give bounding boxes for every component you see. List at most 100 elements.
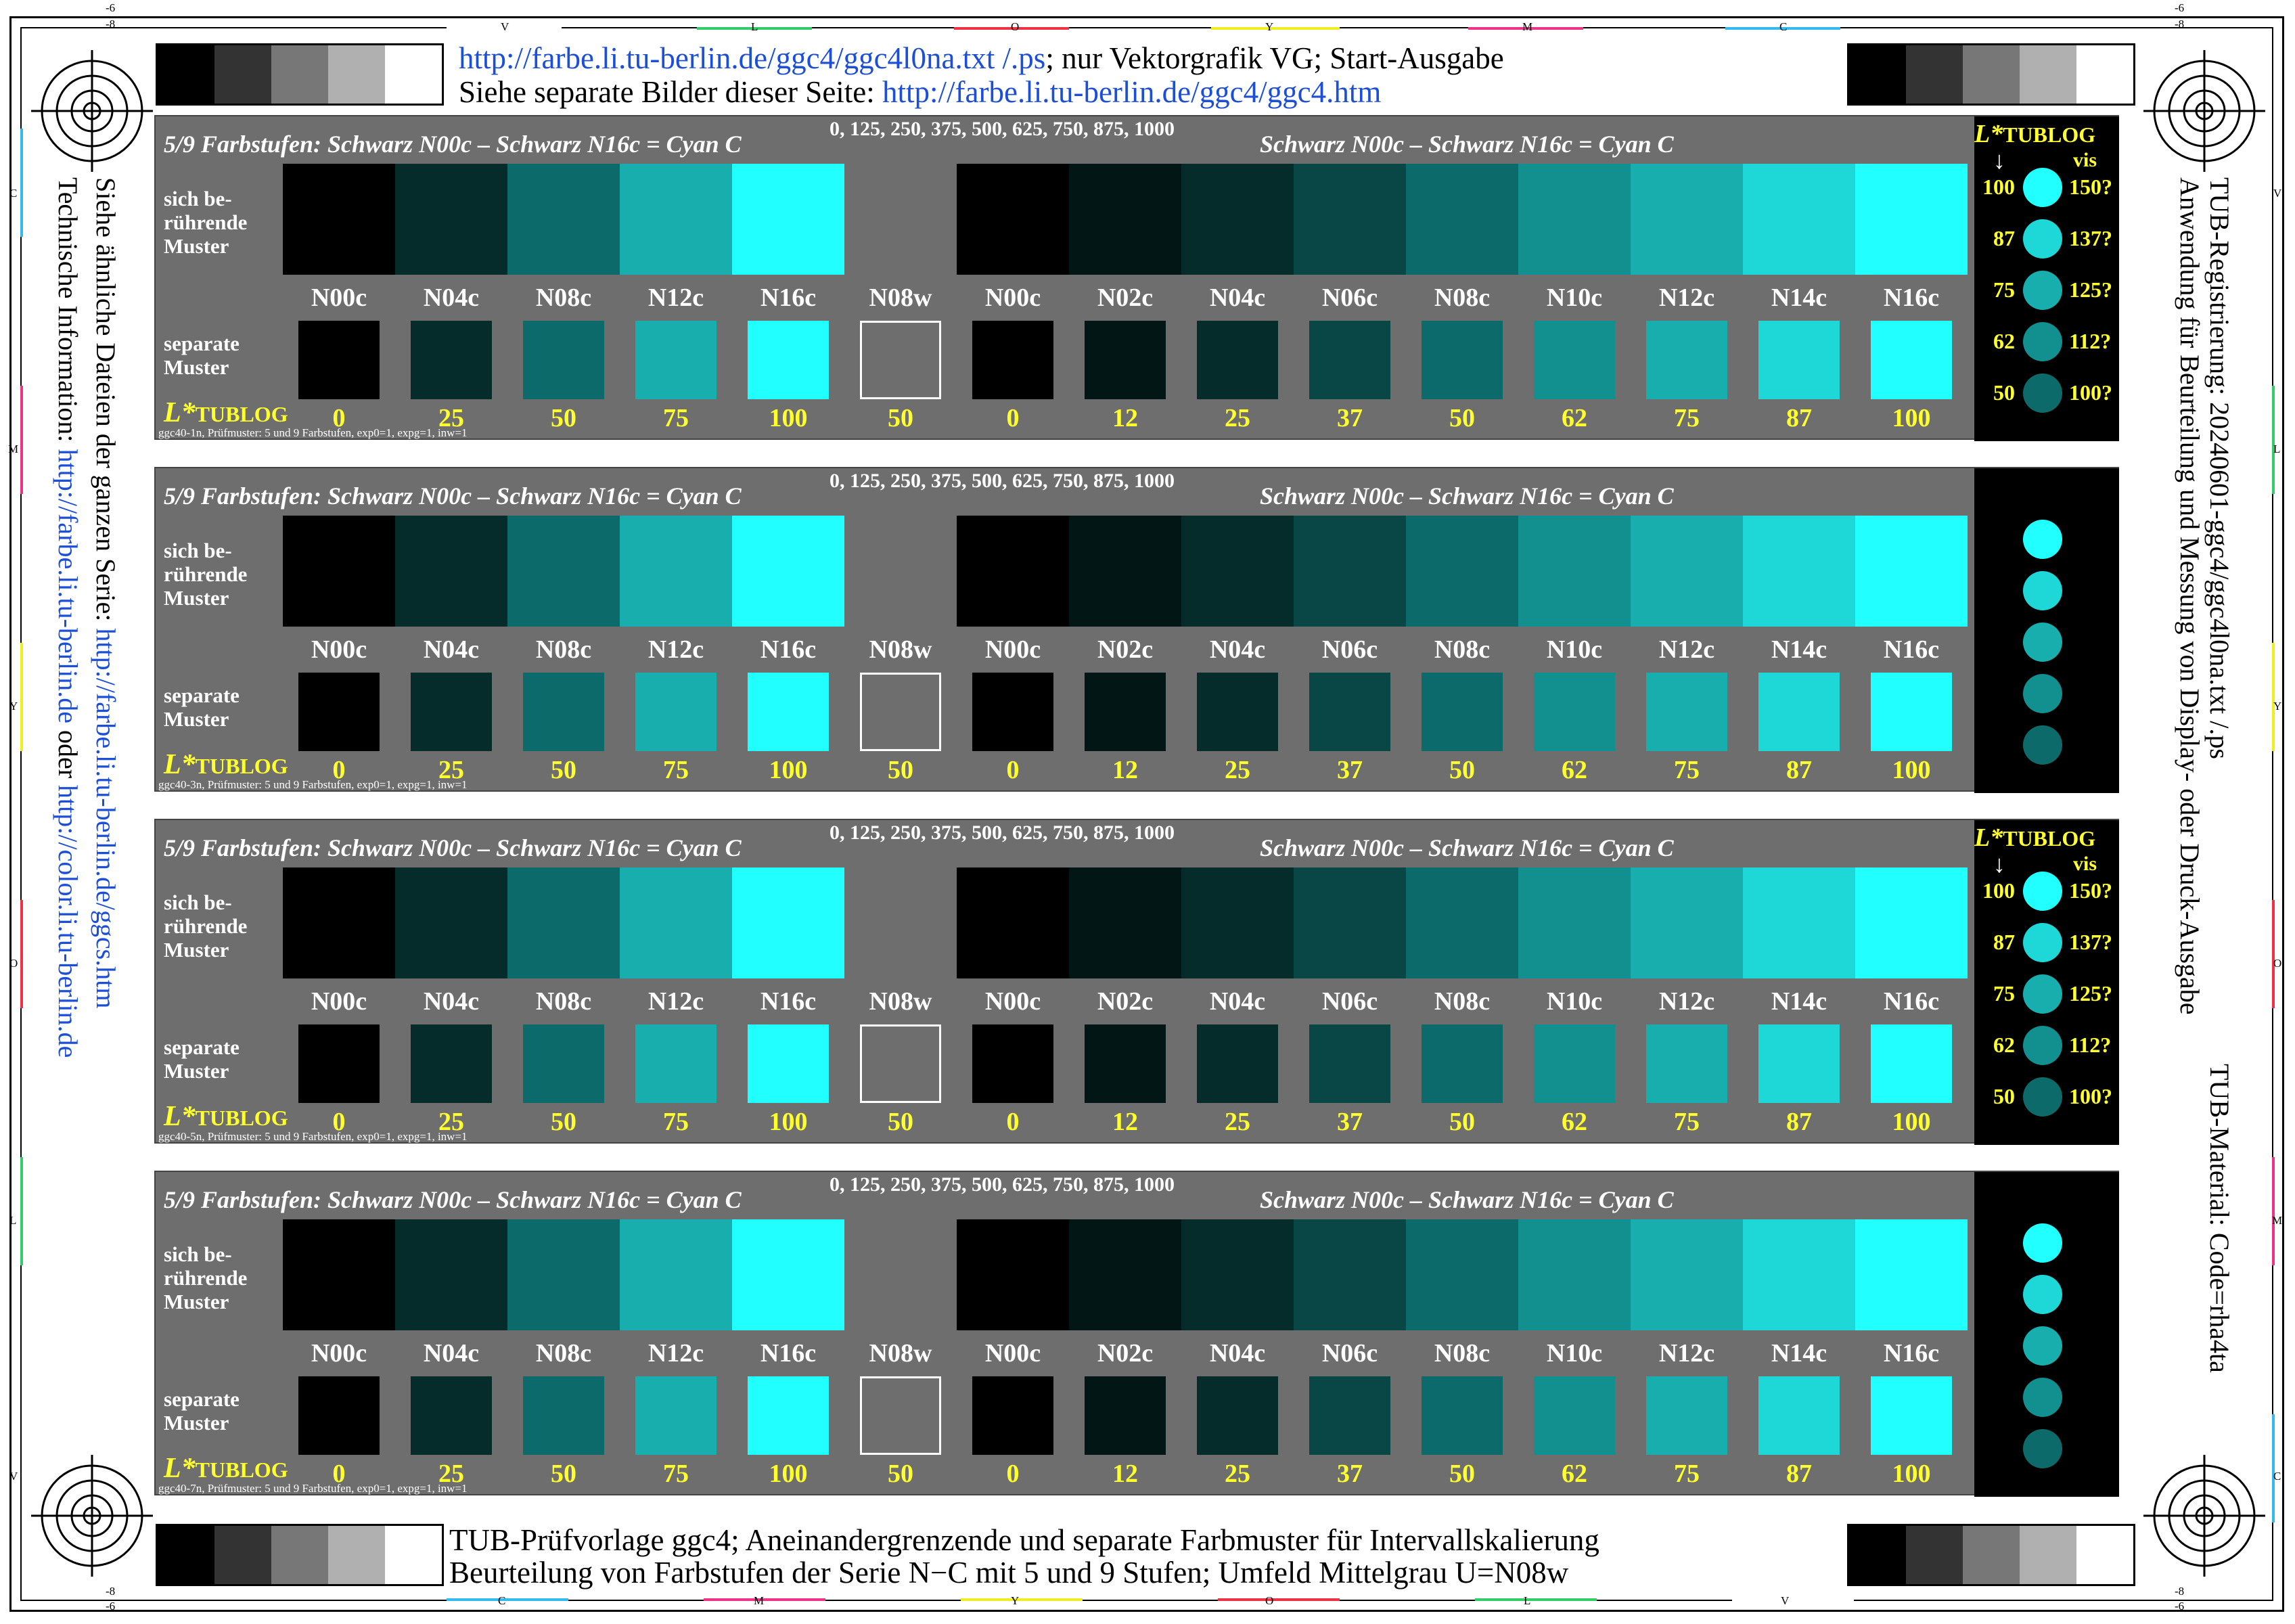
swatch-code: N04c xyxy=(423,635,480,664)
separate-swatch xyxy=(1646,673,1727,751)
row-label-adjacent: sich be-rührende Muster xyxy=(164,539,247,610)
legend-head: L*TUBLOG xyxy=(1974,119,2095,149)
edge-color-bar xyxy=(2272,386,2275,494)
adjacent-swatch xyxy=(1294,516,1406,627)
separate-swatch xyxy=(860,673,941,751)
side-text: Technische Information: xyxy=(53,177,83,449)
adjacent-swatch xyxy=(1631,516,1743,627)
grey-step xyxy=(2076,1526,2133,1584)
adjacent-swatch xyxy=(1181,516,1294,627)
swatch-lvalue: 100 xyxy=(1892,756,1931,784)
adjacent-swatch xyxy=(732,867,844,978)
adjacent-swatch xyxy=(1181,1219,1294,1330)
legend-visvalue: 150? xyxy=(2069,878,2112,903)
header-text: ; nur Vektorgrafik VG; Start-Ausgabe xyxy=(1045,41,1504,75)
edge-mark-right: V xyxy=(2273,187,2282,200)
swatch-code: N08c xyxy=(535,987,592,1016)
legend-vis-label: vis xyxy=(2073,853,2097,875)
adjacent-swatch xyxy=(620,516,732,627)
row-label-line: separate xyxy=(164,332,240,355)
row-label-line: sich be- xyxy=(164,890,232,914)
ltublog-label: L*TUBLOG xyxy=(164,1452,288,1485)
edge-color-bar xyxy=(1211,27,1340,30)
separate-swatch xyxy=(411,673,492,751)
adjacent-swatch xyxy=(732,516,844,627)
ltublog-main: L* xyxy=(164,1101,196,1132)
swatch-code: N02c xyxy=(1097,635,1154,664)
corner-mark: -8 xyxy=(2175,1585,2185,1598)
corner-mark: -8 xyxy=(106,1585,116,1598)
swatch-lvalue: 75 xyxy=(1674,1108,1700,1136)
adjacent-swatch xyxy=(1406,164,1518,275)
row-label-line: sich be- xyxy=(164,1242,232,1266)
ltublog-sub: TUBLOG xyxy=(195,402,288,426)
panel-title-left: 5/9 Farbstufen: Schwarz N00c – Schwarz N… xyxy=(164,1186,742,1213)
edge-color-bar xyxy=(2272,900,2275,1008)
corner-mark: -6 xyxy=(106,1600,116,1612)
separate-swatch xyxy=(860,1376,941,1455)
swatch-lvalue: 25 xyxy=(1225,1108,1250,1136)
adjacent-swatch xyxy=(1518,516,1631,627)
panel-title-right: Schwarz N00c – Schwarz N16c = Cyan C xyxy=(1260,834,1674,861)
registration-crosshair-icon xyxy=(31,50,153,172)
separate-swatch xyxy=(748,321,829,399)
swatch-lvalue: 50 xyxy=(551,404,576,432)
adjacent-swatch xyxy=(1855,164,1968,275)
separate-swatch xyxy=(860,1024,941,1103)
swatch-lvalue: 0 xyxy=(1006,1460,1020,1488)
panel-steps-label: 0, 125, 250, 375, 500, 625, 750, 875, 10… xyxy=(830,118,1175,140)
swatch-code: N16c xyxy=(760,1339,817,1368)
corner-mark: -6 xyxy=(106,1,116,14)
row-label-line: rührende xyxy=(164,1266,248,1290)
header-link[interactable]: http://farbe.li.tu-berlin.de/ggc4/ggc4.h… xyxy=(882,75,1381,109)
swatch-lvalue: 100 xyxy=(769,404,808,432)
edge-mark-right: L xyxy=(2273,443,2281,455)
edge-mark-top: C xyxy=(1779,20,1788,33)
right-side-line-3: TUB-Material: Code=rha4ta xyxy=(2204,1064,2235,1373)
separate-swatch xyxy=(1646,1376,1727,1455)
right-side-line-1: TUB-Registrierung: 20240601-ggc4/ggc4l0n… xyxy=(2204,177,2235,759)
side-link[interactable]: http://farbe.li.tu-berlin.de xyxy=(53,449,83,723)
grey-step xyxy=(158,45,214,104)
swatch-code: N12c xyxy=(647,635,704,664)
separate-swatch xyxy=(1309,673,1390,751)
side-link[interactable]: http://color.li.tu-berlin.de xyxy=(53,785,83,1058)
legend-lvalue: 50 xyxy=(1993,380,2015,405)
row-label-line: Muster xyxy=(164,707,229,731)
edge-mark-top: M xyxy=(1522,20,1533,33)
separate-swatch xyxy=(298,1024,380,1103)
edge-mark-right: C xyxy=(2273,1470,2281,1483)
adjacent-swatch xyxy=(1631,1219,1743,1330)
adjacent-swatch xyxy=(1181,164,1294,275)
swatch-lvalue: 50 xyxy=(551,1108,576,1136)
header-link[interactable]: http://farbe.li.tu-berlin.de/ggc4/ggc4l0… xyxy=(459,41,1045,75)
edge-color-bar xyxy=(1218,1598,1340,1601)
swatch-code: N04c xyxy=(423,987,480,1016)
edge-mark-left: O xyxy=(9,957,18,970)
swatch-lvalue: 62 xyxy=(1562,1460,1587,1488)
legend-lvalue: 100 xyxy=(1982,175,2015,199)
header-text: Siehe separate Bilder dieser Seite: xyxy=(459,75,883,109)
swatch-code: N16c xyxy=(1883,987,1940,1016)
edge-color-bar xyxy=(1732,1598,1854,1601)
swatch-lvalue: 12 xyxy=(1112,1460,1138,1488)
swatch-lvalue: 75 xyxy=(1674,756,1700,784)
adjacent-swatch xyxy=(283,516,395,627)
swatch-lvalue: 75 xyxy=(1674,1460,1700,1488)
swatch-code: N04c xyxy=(423,284,480,312)
legend-lvalue: 75 xyxy=(1993,277,2015,302)
adjacent-swatch xyxy=(620,164,732,275)
side-link[interactable]: http://farbe.li.tu-berlin.de/ggcs.htm xyxy=(91,628,121,1008)
swatch-code: N08w xyxy=(869,987,932,1016)
legend-circle xyxy=(2023,872,2062,911)
swatch-code: N04c xyxy=(1209,1339,1266,1368)
legend-lvalue: 50 xyxy=(1993,1084,2015,1108)
edge-mark-left: Y xyxy=(9,700,18,713)
registration-crosshair-icon xyxy=(31,1455,153,1577)
ltublog-legend: L*TUBLOG vis ↓ 100 150? 87 137? 75 125? 62 112? 50 1… xyxy=(1974,116,2119,441)
swatch-code: N06c xyxy=(1321,284,1378,312)
swatch-code: N10c xyxy=(1546,1339,1603,1368)
swatch-code: N14c xyxy=(1771,635,1827,664)
edge-mark-bottom: C xyxy=(498,1594,506,1607)
side-text: Siehe ähnliche Dateien der ganzen Serie: xyxy=(91,177,121,629)
